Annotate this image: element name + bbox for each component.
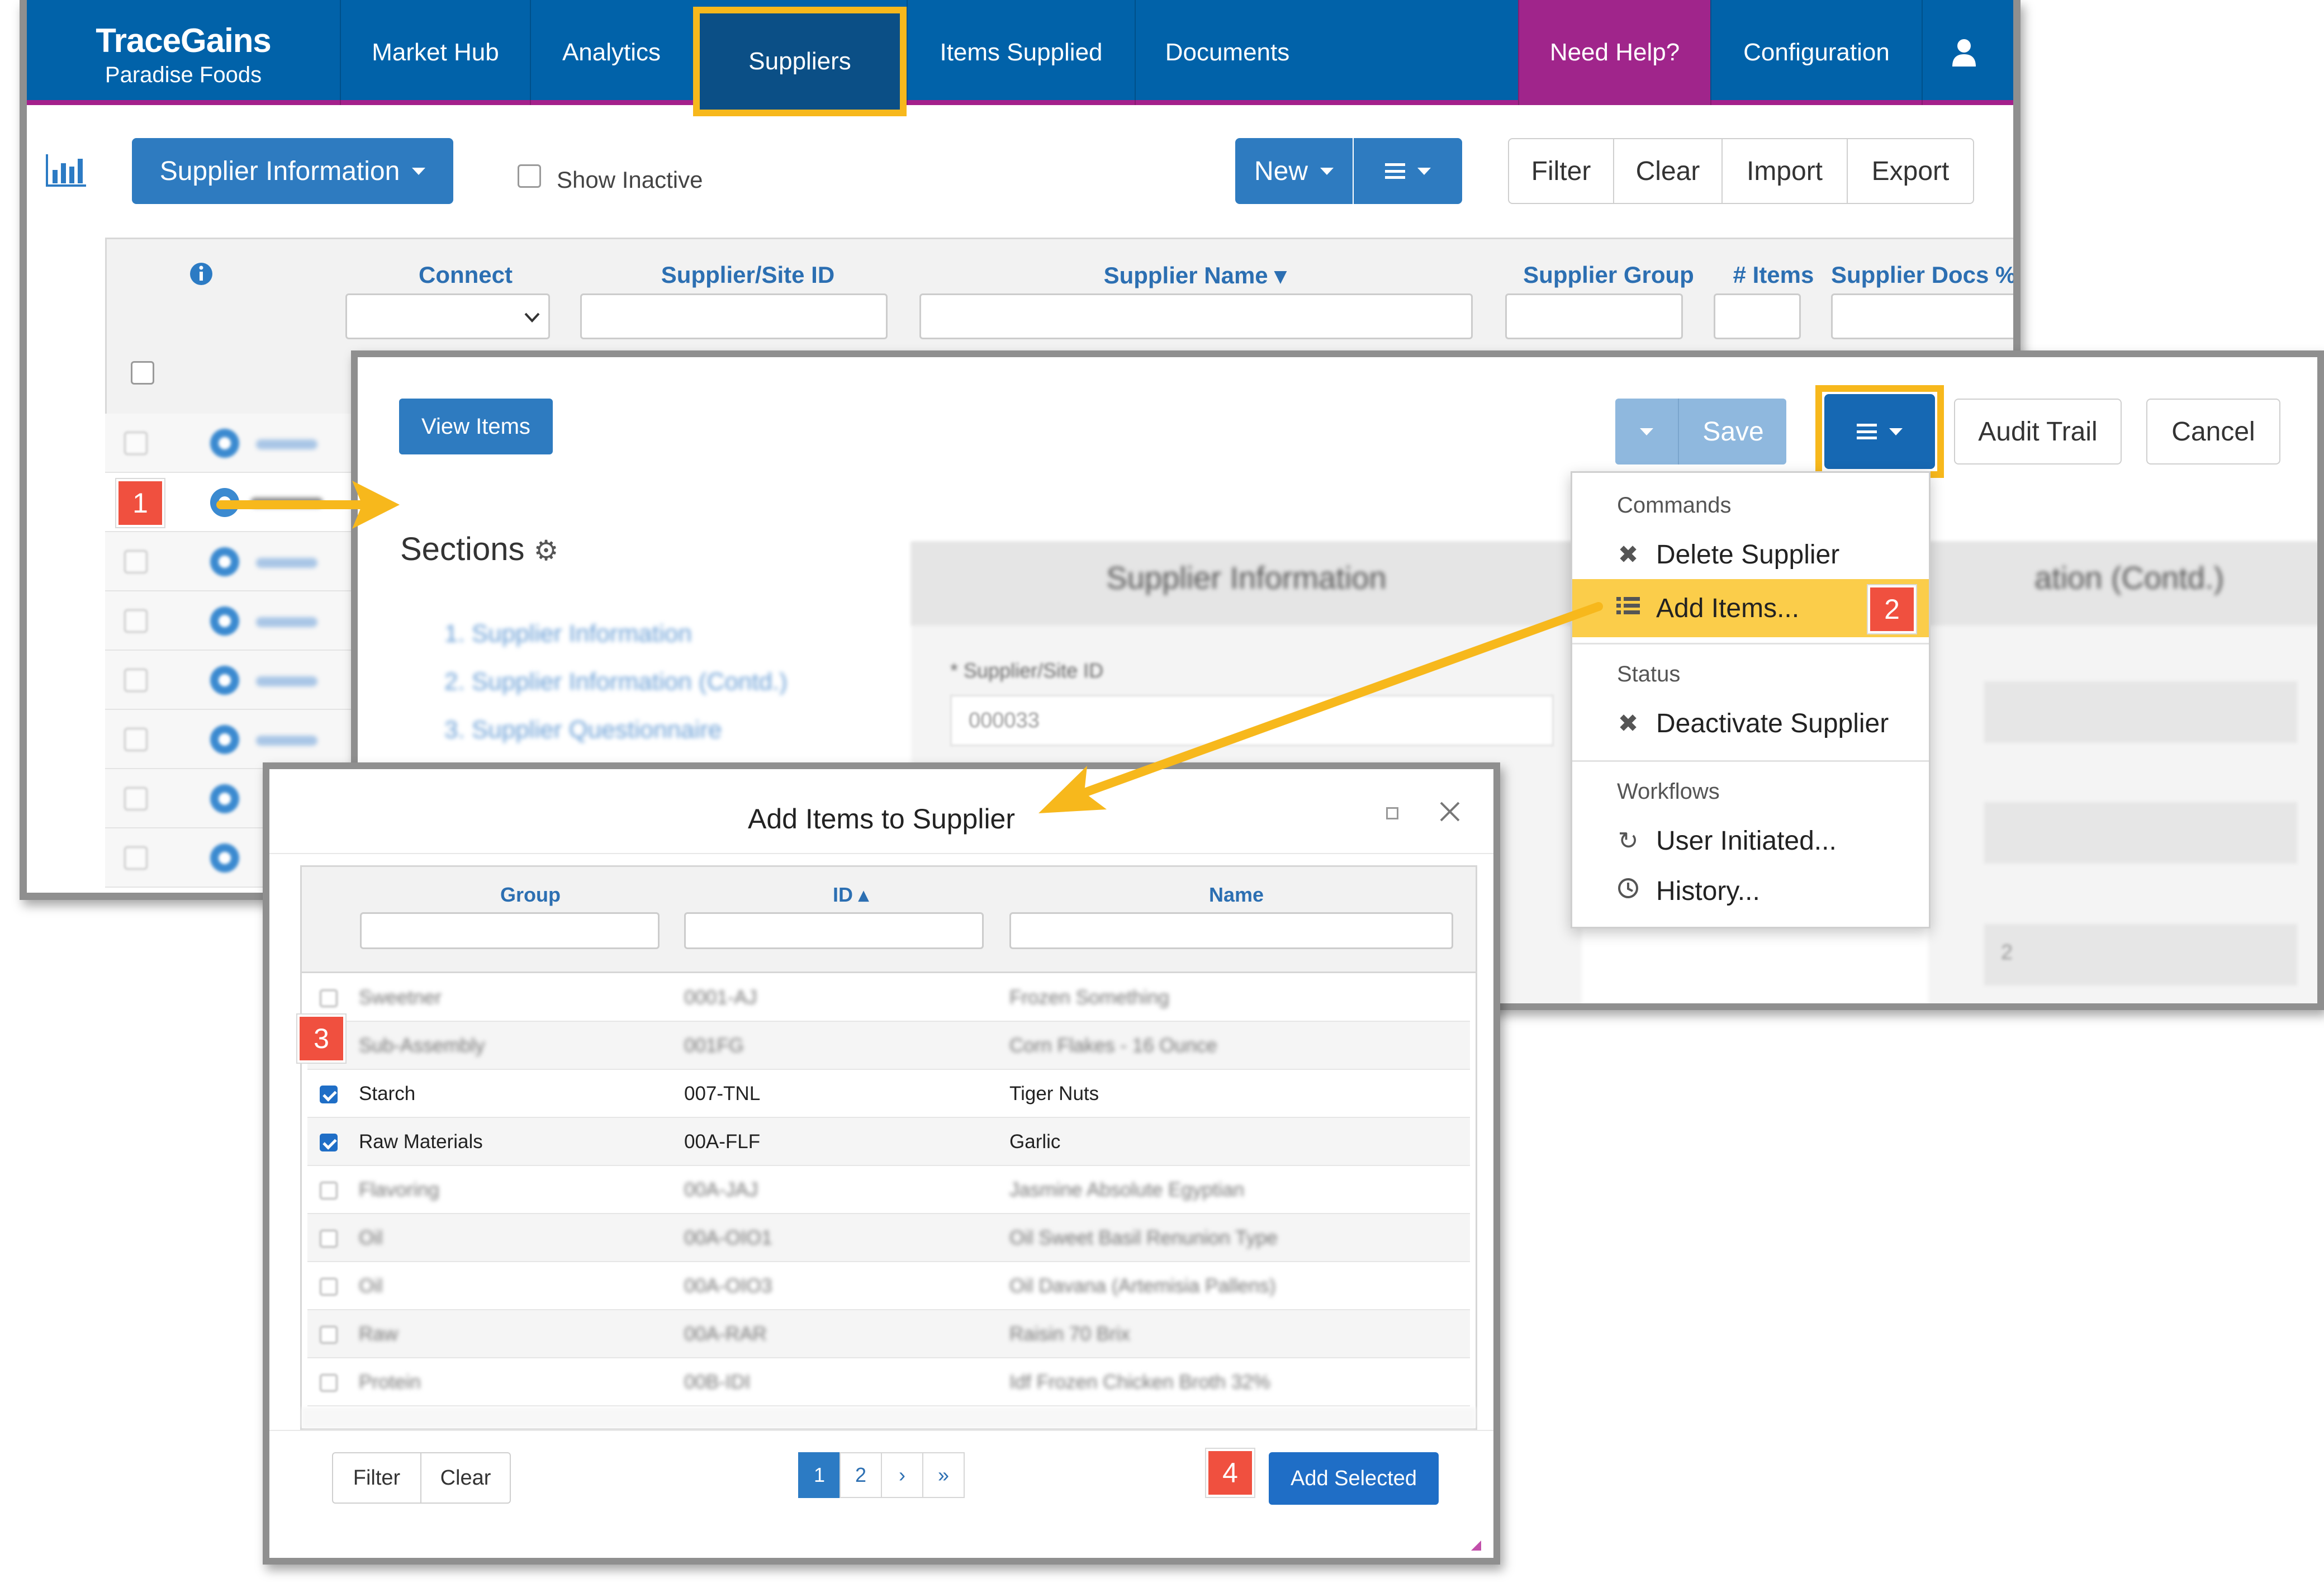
annotation-arrows: [216, 481, 1603, 813]
arrow-2: [1038, 602, 1603, 813]
arrow-1: [216, 481, 400, 529]
